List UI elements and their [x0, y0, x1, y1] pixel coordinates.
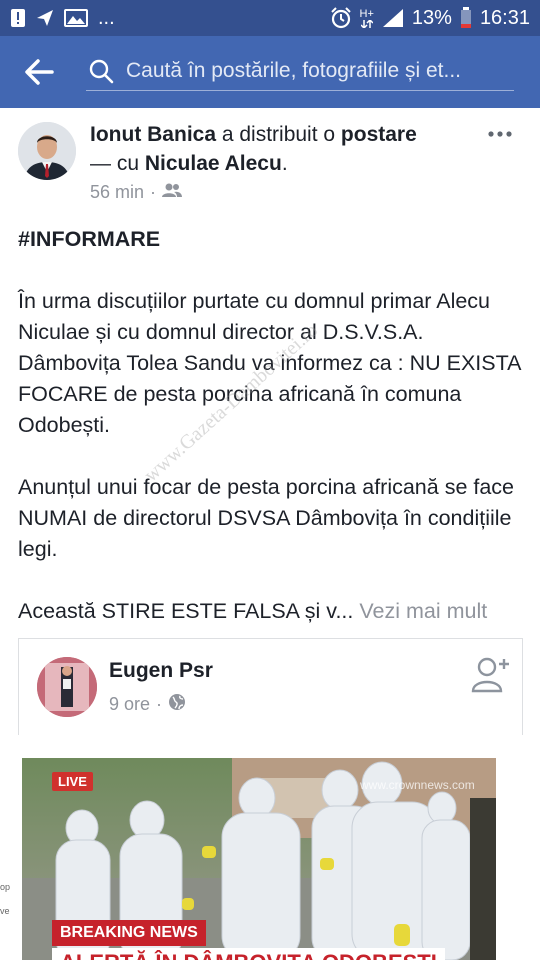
signal-icon: [382, 8, 404, 28]
post-paragraph-2: Anunțul unui focar de pesta porcina afri…: [18, 475, 515, 561]
post-body: #INFORMARE În urma discuțiilor purtate c…: [18, 224, 528, 627]
post-paragraph-3: Această STIRE ESTE FALSA și v... Vezi ma…: [18, 596, 528, 627]
shared-meta: 9 ore ·: [109, 693, 186, 716]
search-box[interactable]: [86, 54, 514, 91]
status-bar: ... H+ 13% 16:31: [0, 0, 540, 36]
status-overflow: ...: [98, 6, 115, 29]
live-badge: LIVE: [52, 772, 93, 791]
alarm-icon: [330, 7, 352, 29]
battery-icon: [460, 7, 472, 29]
search-icon: [88, 58, 114, 84]
author-avatar[interactable]: [18, 122, 76, 180]
shared-author-name[interactable]: Eugen Psr: [109, 659, 213, 683]
hashtag-link[interactable]: #INFORMARE: [18, 224, 528, 255]
alert-icon: [10, 8, 26, 28]
gallery-icon: [64, 9, 88, 27]
shared-post-card[interactable]: Eugen Psr 9 ore ·: [18, 638, 523, 735]
search-input[interactable]: [126, 56, 514, 86]
globe-icon: [168, 693, 186, 716]
meta-separator: ·: [150, 182, 157, 202]
with-text: — cu: [90, 152, 145, 175]
header-tail: .: [281, 152, 288, 175]
post-meta: 56 min ·: [90, 182, 183, 203]
news-site: www.crownnews.com: [360, 778, 475, 792]
back-arrow-icon[interactable]: [24, 58, 54, 86]
clock: 16:31: [479, 6, 530, 29]
see-more-link[interactable]: Vezi mai mult: [353, 599, 487, 623]
post-header-text: Ionut Banica a distribuit o postare — cu…: [90, 120, 470, 178]
battery-percent: 13%: [411, 6, 452, 29]
shared-object-link[interactable]: postare: [341, 123, 417, 146]
add-friend-icon[interactable]: [471, 655, 511, 693]
post-time[interactable]: 56 min: [90, 182, 144, 203]
search-header: [0, 36, 540, 108]
network-icon: H+: [360, 8, 374, 28]
side-strip-text-1: op: [0, 882, 11, 892]
friends-audience-icon: [162, 182, 183, 203]
send-icon: [36, 9, 54, 27]
news-headline: ALERTĂ ÎN DÂMBOVIȚA ODOBEȘTI: [52, 948, 445, 960]
post-paragraph-3-text: Această STIRE ESTE FALSA și v...: [18, 599, 354, 623]
shared-meta-separator: ·: [156, 694, 163, 714]
more-options-icon[interactable]: [486, 124, 516, 144]
side-strip: op ve: [0, 838, 12, 960]
shared-author-avatar[interactable]: [37, 657, 97, 717]
breaking-news-label: BREAKING NEWS: [52, 920, 206, 946]
news-image[interactable]: LIVE www.crownnews.com BREAKING NEWS ALE…: [22, 758, 496, 960]
shared-time[interactable]: 9 ore: [109, 694, 150, 715]
side-strip-text-2: ve: [0, 906, 10, 916]
author-name[interactable]: Ionut Banica: [90, 123, 216, 146]
tagged-name[interactable]: Niculae Alecu: [145, 152, 282, 175]
action-text: a distribuit o: [216, 123, 341, 146]
